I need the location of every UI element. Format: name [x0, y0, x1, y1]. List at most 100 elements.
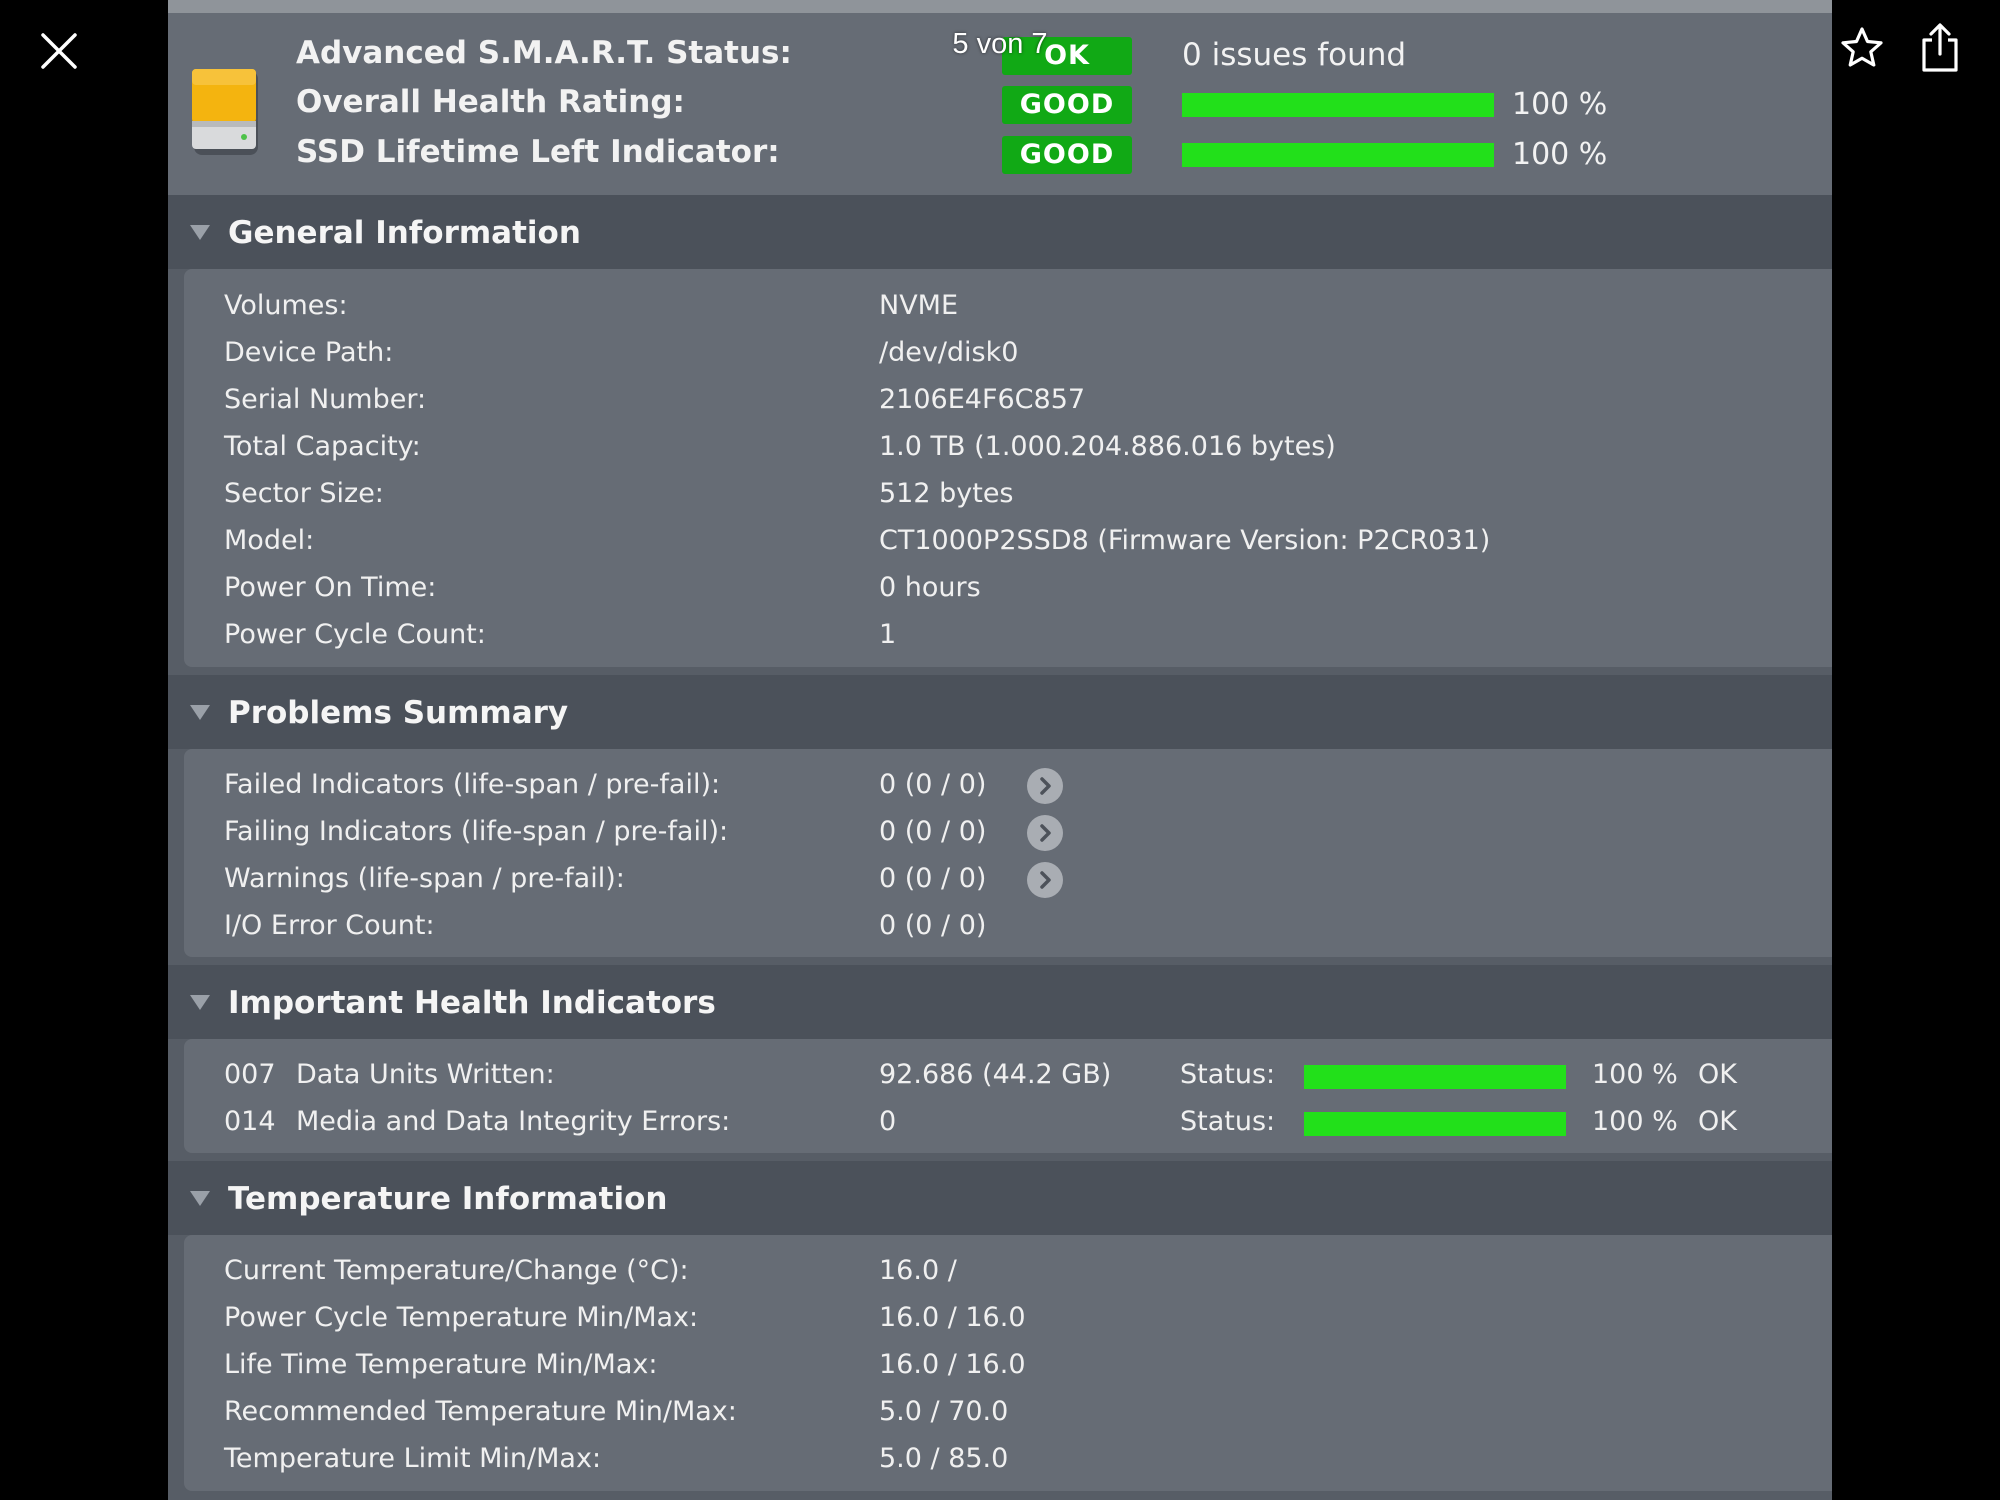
- status-label: Status:: [1180, 1106, 1276, 1137]
- info-label: Model:: [224, 525, 315, 556]
- general-info-panel: Volumes: NVME Device Path: /dev/disk0 Se…: [184, 269, 1832, 667]
- disclosure-triangle-icon[interactable]: [190, 705, 210, 720]
- temperature-info-header[interactable]: Temperature Information: [168, 1161, 1832, 1235]
- disclosure-triangle-icon[interactable]: [190, 995, 210, 1010]
- status-text: OK: [1698, 1106, 1737, 1137]
- details-arrow-icon[interactable]: [1027, 862, 1063, 898]
- share-button[interactable]: [1916, 20, 1964, 76]
- temperature-row: Life Time Temperature Min/Max: 16.0 / 16…: [184, 1341, 1832, 1388]
- problem-value: 0 (0 / 0): [879, 910, 987, 941]
- star-icon: [1841, 27, 1883, 67]
- problem-label: I/O Error Count:: [224, 910, 435, 941]
- problem-label: Failed Indicators (life-span / pre-fail)…: [224, 769, 721, 800]
- section-title: Temperature Information: [228, 1181, 668, 1217]
- details-arrow-icon[interactable]: [1027, 815, 1063, 851]
- attribute-id: 014: [224, 1106, 276, 1137]
- health-indicators-panel: 007 Data Units Written: 92.686 (44.2 GB)…: [184, 1039, 1832, 1153]
- status-level-bar: [1304, 1112, 1566, 1136]
- problem-row: Failing Indicators (life-span / pre-fail…: [184, 808, 1832, 855]
- details-arrow-icon[interactable]: [1027, 768, 1063, 804]
- health-indicator-row: 014 Media and Data Integrity Errors: 0 S…: [184, 1098, 1832, 1145]
- info-value: 0 hours: [879, 572, 981, 603]
- temperature-value: 5.0 / 85.0: [879, 1443, 1009, 1474]
- info-value: NVME: [879, 290, 959, 321]
- problem-value: 0 (0 / 0): [879, 816, 987, 847]
- temperature-value: 5.0 / 70.0: [879, 1396, 1009, 1427]
- temperature-label: Temperature Limit Min/Max:: [224, 1443, 602, 1474]
- temperature-value: 16.0 /: [879, 1255, 957, 1286]
- health-indicator-row: 007 Data Units Written: 92.686 (44.2 GB)…: [184, 1051, 1832, 1098]
- info-row: Serial Number: 2106E4F6C857: [184, 376, 1832, 423]
- health-indicators-header[interactable]: Important Health Indicators: [168, 965, 1832, 1039]
- disclosure-triangle-icon[interactable]: [190, 1191, 210, 1206]
- status-percent: 100 %: [1592, 1059, 1678, 1090]
- temperature-label: Recommended Temperature Min/Max:: [224, 1396, 737, 1427]
- section-title: General Information: [228, 215, 581, 251]
- status-percent: 100 %: [1592, 1106, 1678, 1137]
- info-row: Model: CT1000P2SSD8 (Firmware Version: P…: [184, 517, 1832, 564]
- info-value: 1: [879, 619, 897, 650]
- attribute-label: Media and Data Integrity Errors:: [296, 1106, 731, 1137]
- info-row: Power Cycle Count: 1: [184, 611, 1832, 658]
- section-title: Important Health Indicators: [228, 985, 716, 1021]
- info-label: Total Capacity:: [224, 431, 421, 462]
- lifetime-left-label: SSD Lifetime Left Indicator:: [296, 134, 780, 170]
- disclosure-triangle-icon[interactable]: [190, 225, 210, 240]
- problem-row: Warnings (life-span / pre-fail): 0 (0 / …: [184, 855, 1832, 902]
- info-label: Sector Size:: [224, 478, 384, 509]
- temperature-row: Current Temperature/Change (°C): 16.0 /: [184, 1247, 1832, 1294]
- temperature-label: Life Time Temperature Min/Max:: [224, 1349, 658, 1380]
- info-value: CT1000P2SSD8 (Firmware Version: P2CR031): [879, 525, 1491, 556]
- info-value: 2106E4F6C857: [879, 384, 1086, 415]
- temperature-value: 16.0 / 16.0: [879, 1302, 1026, 1333]
- problems-summary-header[interactable]: Problems Summary: [168, 675, 1832, 749]
- temperature-info-panel: Current Temperature/Change (°C): 16.0 / …: [184, 1235, 1832, 1491]
- info-row: Sector Size: 512 bytes: [184, 470, 1832, 517]
- status-text: OK: [1698, 1059, 1737, 1090]
- info-value: 512 bytes: [879, 478, 1014, 509]
- lifetime-left-badge: GOOD: [1002, 136, 1132, 174]
- problem-row: Failed Indicators (life-span / pre-fail)…: [184, 761, 1832, 808]
- temperature-value: 16.0 / 16.0: [879, 1349, 1026, 1380]
- viewer-toolbar: 5 von 7: [0, 0, 2000, 100]
- attribute-value: 92.686 (44.2 GB): [879, 1059, 1112, 1090]
- info-row: Total Capacity: 1.0 TB (1.000.204.886.01…: [184, 423, 1832, 470]
- temperature-label: Power Cycle Temperature Min/Max:: [224, 1302, 699, 1333]
- close-icon: [41, 33, 77, 69]
- problem-value: 0 (0 / 0): [879, 769, 987, 800]
- page-counter: 5 von 7: [952, 28, 1048, 60]
- favorite-button[interactable]: [1838, 24, 1886, 72]
- attribute-label: Data Units Written:: [296, 1059, 555, 1090]
- info-row: Volumes: NVME: [184, 282, 1832, 329]
- info-label: Volumes:: [224, 290, 348, 321]
- problems-summary-panel: Failed Indicators (life-span / pre-fail)…: [184, 749, 1832, 957]
- problem-label: Warnings (life-span / pre-fail):: [224, 863, 625, 894]
- attribute-value: 0: [879, 1106, 897, 1137]
- general-info-header[interactable]: General Information: [168, 195, 1832, 269]
- info-label: Power Cycle Count:: [224, 619, 486, 650]
- temperature-row: Temperature Limit Min/Max: 5.0 / 85.0: [184, 1435, 1832, 1482]
- smart-report-screenshot: Advanced S.M.A.R.T. Status: OK 0 issues …: [168, 0, 1832, 1500]
- info-label: Serial Number:: [224, 384, 427, 415]
- problem-value: 0 (0 / 0): [879, 863, 987, 894]
- info-label: Device Path:: [224, 337, 394, 368]
- attribute-id: 007: [224, 1059, 276, 1090]
- info-row: Device Path: /dev/disk0: [184, 329, 1832, 376]
- info-label: Power On Time:: [224, 572, 437, 603]
- info-value: 1.0 TB (1.000.204.886.016 bytes): [879, 431, 1336, 462]
- status-level-bar: [1304, 1065, 1566, 1089]
- info-value: /dev/disk0: [879, 337, 1019, 368]
- problem-label: Failing Indicators (life-span / pre-fail…: [224, 816, 729, 847]
- lifetime-left-bar: [1182, 143, 1494, 167]
- temperature-row: Power Cycle Temperature Min/Max: 16.0 / …: [184, 1294, 1832, 1341]
- problem-row: I/O Error Count: 0 (0 / 0): [184, 902, 1832, 949]
- lifetime-left-row: SSD Lifetime Left Indicator: GOOD 100 %: [296, 130, 1796, 180]
- status-label: Status:: [1180, 1059, 1276, 1090]
- share-icon: [1922, 23, 1958, 72]
- temperature-row: Recommended Temperature Min/Max: 5.0 / 7…: [184, 1388, 1832, 1435]
- lifetime-left-percent: 100 %: [1512, 137, 1608, 172]
- section-title: Problems Summary: [228, 695, 569, 731]
- info-row: Power On Time: 0 hours: [184, 564, 1832, 611]
- close-button[interactable]: [36, 28, 82, 74]
- temperature-label: Current Temperature/Change (°C):: [224, 1255, 689, 1286]
